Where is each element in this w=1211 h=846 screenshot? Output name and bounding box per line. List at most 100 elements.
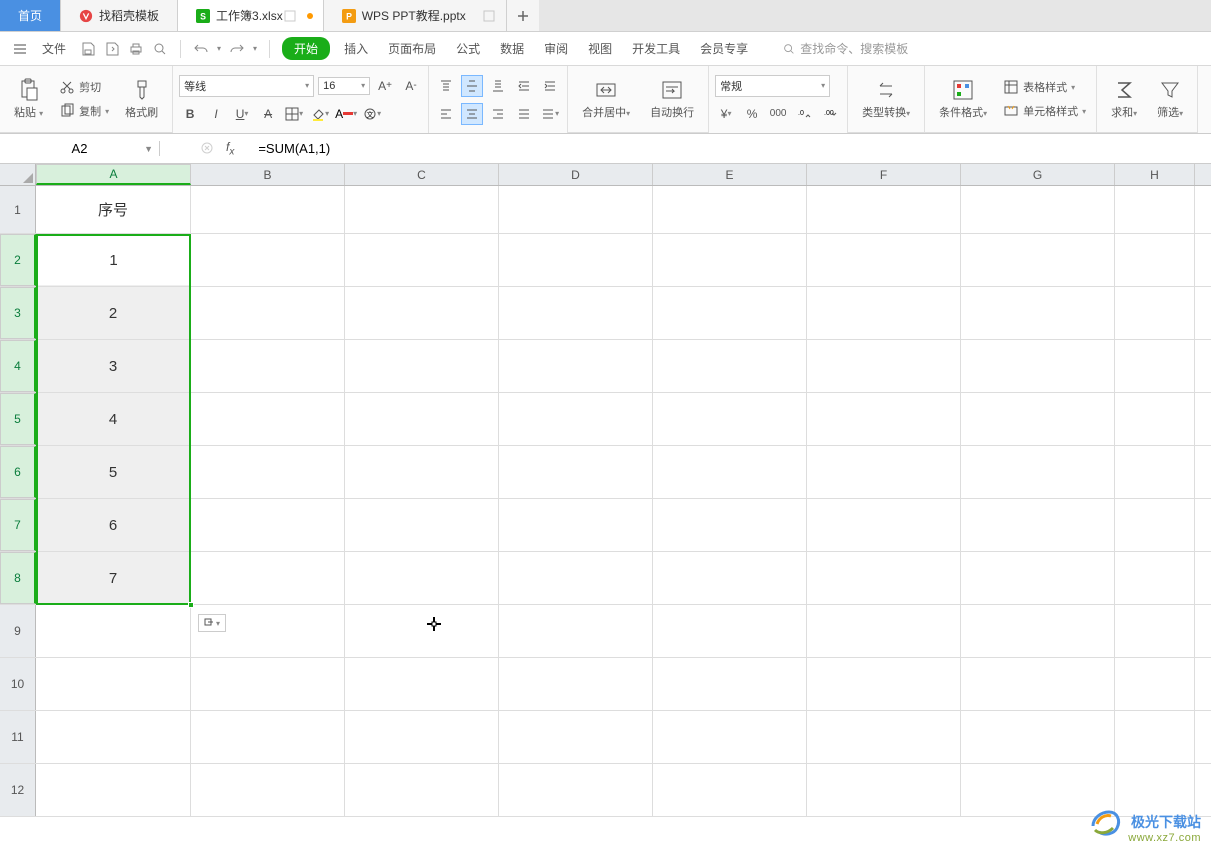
cell[interactable] — [1115, 711, 1195, 763]
cell[interactable] — [961, 287, 1115, 339]
cell[interactable] — [807, 605, 961, 657]
row-header[interactable]: 3 — [0, 287, 36, 339]
bold-button[interactable]: B — [179, 103, 201, 125]
undo-dropdown-icon[interactable]: ▾ — [217, 44, 221, 53]
cell[interactable] — [807, 340, 961, 392]
cell[interactable] — [36, 605, 191, 657]
cell[interactable] — [499, 764, 653, 816]
cell[interactable]: 7 — [36, 552, 191, 604]
row-header[interactable]: 9 — [0, 605, 36, 657]
cell[interactable]: 序号 — [36, 186, 191, 233]
row-header[interactable]: 11 — [0, 711, 36, 763]
tab-new[interactable] — [507, 0, 539, 31]
col-header-F[interactable]: F — [807, 164, 961, 185]
align-center-button[interactable] — [461, 103, 483, 125]
paste-button[interactable]: 粘贴 ▾ — [6, 74, 51, 124]
row-header[interactable]: 5 — [0, 393, 36, 445]
cell[interactable]: 2 — [36, 287, 191, 339]
orientation-button[interactable]: ▾ — [539, 103, 561, 125]
row-header[interactable]: 2 — [0, 234, 36, 286]
col-header-D[interactable]: D — [499, 164, 653, 185]
cell[interactable] — [653, 393, 807, 445]
filter-button[interactable]: 筛选▾ — [1149, 74, 1191, 124]
cell[interactable] — [961, 658, 1115, 710]
cell[interactable] — [36, 711, 191, 763]
tab-workbook[interactable]: S 工作簿3.xlsx — [178, 0, 324, 31]
cell[interactable] — [191, 711, 345, 763]
cell[interactable] — [345, 552, 499, 604]
cell[interactable] — [191, 234, 345, 286]
cell[interactable] — [499, 446, 653, 498]
col-header-E[interactable]: E — [653, 164, 807, 185]
cell[interactable] — [653, 186, 807, 233]
decrease-decimal-button[interactable]: .00 — [819, 103, 841, 125]
cell[interactable] — [191, 499, 345, 551]
formula-input[interactable] — [258, 141, 858, 156]
cell[interactable] — [653, 340, 807, 392]
cell[interactable] — [961, 340, 1115, 392]
cut-button[interactable]: 剪切 — [55, 77, 113, 97]
sum-button[interactable]: 求和▾ — [1103, 74, 1145, 124]
cell[interactable] — [653, 605, 807, 657]
cell[interactable] — [961, 234, 1115, 286]
tab-popout-icon[interactable] — [283, 9, 297, 23]
menu-insert[interactable]: 插入 — [338, 40, 374, 57]
tab-popout-icon[interactable] — [482, 9, 496, 23]
tab-ppt[interactable]: P WPS PPT教程.pptx — [324, 0, 507, 31]
cell[interactable] — [191, 446, 345, 498]
cell[interactable] — [499, 393, 653, 445]
decrease-font-button[interactable]: A- — [400, 75, 422, 97]
cell[interactable] — [499, 234, 653, 286]
cell[interactable] — [345, 234, 499, 286]
cell[interactable] — [961, 552, 1115, 604]
menu-data[interactable]: 数据 — [494, 40, 530, 57]
cell[interactable] — [807, 658, 961, 710]
print-preview-icon[interactable] — [152, 41, 168, 57]
cell[interactable] — [1115, 287, 1195, 339]
menu-pagelayout[interactable]: 页面布局 — [382, 40, 442, 57]
tab-home[interactable]: 首页 — [0, 0, 61, 31]
number-format-select[interactable]: 常规▾ — [715, 75, 830, 97]
cell[interactable]: 3 — [36, 340, 191, 392]
name-box-dropdown-icon[interactable]: ▼ — [144, 144, 153, 154]
menu-hamburger-icon[interactable] — [12, 41, 28, 57]
cell[interactable] — [36, 764, 191, 816]
cell[interactable] — [191, 658, 345, 710]
cond-format-button[interactable]: 条件格式▾ — [931, 74, 995, 124]
merge-button[interactable]: 合并居中▾ — [574, 74, 638, 124]
cancel-formula-icon[interactable] — [200, 141, 214, 155]
cell[interactable] — [1115, 234, 1195, 286]
cell[interactable] — [807, 552, 961, 604]
copy-button[interactable]: 复制▾ — [55, 101, 113, 121]
font-size-select[interactable]: 16▾ — [318, 77, 370, 95]
menu-file[interactable]: 文件 — [36, 40, 72, 57]
border-button[interactable]: ▾ — [283, 103, 305, 125]
cell[interactable] — [1115, 446, 1195, 498]
cell[interactable] — [653, 499, 807, 551]
align-top-button[interactable] — [435, 75, 457, 97]
cell[interactable] — [653, 234, 807, 286]
cell[interactable] — [345, 393, 499, 445]
cell[interactable] — [961, 186, 1115, 233]
spreadsheet-grid[interactable]: A B C D E F G H 1序号213243546576879101112… — [0, 164, 1211, 817]
cell[interactable] — [961, 605, 1115, 657]
col-header-H[interactable]: H — [1115, 164, 1195, 185]
cell[interactable] — [499, 499, 653, 551]
cell[interactable] — [345, 658, 499, 710]
cell[interactable] — [1115, 340, 1195, 392]
cell[interactable] — [345, 605, 499, 657]
cell[interactable] — [1115, 552, 1195, 604]
cell[interactable] — [961, 393, 1115, 445]
cell[interactable] — [345, 340, 499, 392]
cell[interactable] — [1115, 605, 1195, 657]
col-header-G[interactable]: G — [961, 164, 1115, 185]
cell[interactable] — [345, 446, 499, 498]
cell[interactable] — [807, 287, 961, 339]
menu-view[interactable]: 视图 — [582, 40, 618, 57]
selection-handle[interactable] — [188, 602, 194, 608]
cell[interactable] — [36, 658, 191, 710]
cell[interactable] — [1115, 393, 1195, 445]
menu-member[interactable]: 会员专享 — [694, 40, 754, 57]
cell[interactable] — [807, 764, 961, 816]
cell[interactable] — [1115, 186, 1195, 233]
